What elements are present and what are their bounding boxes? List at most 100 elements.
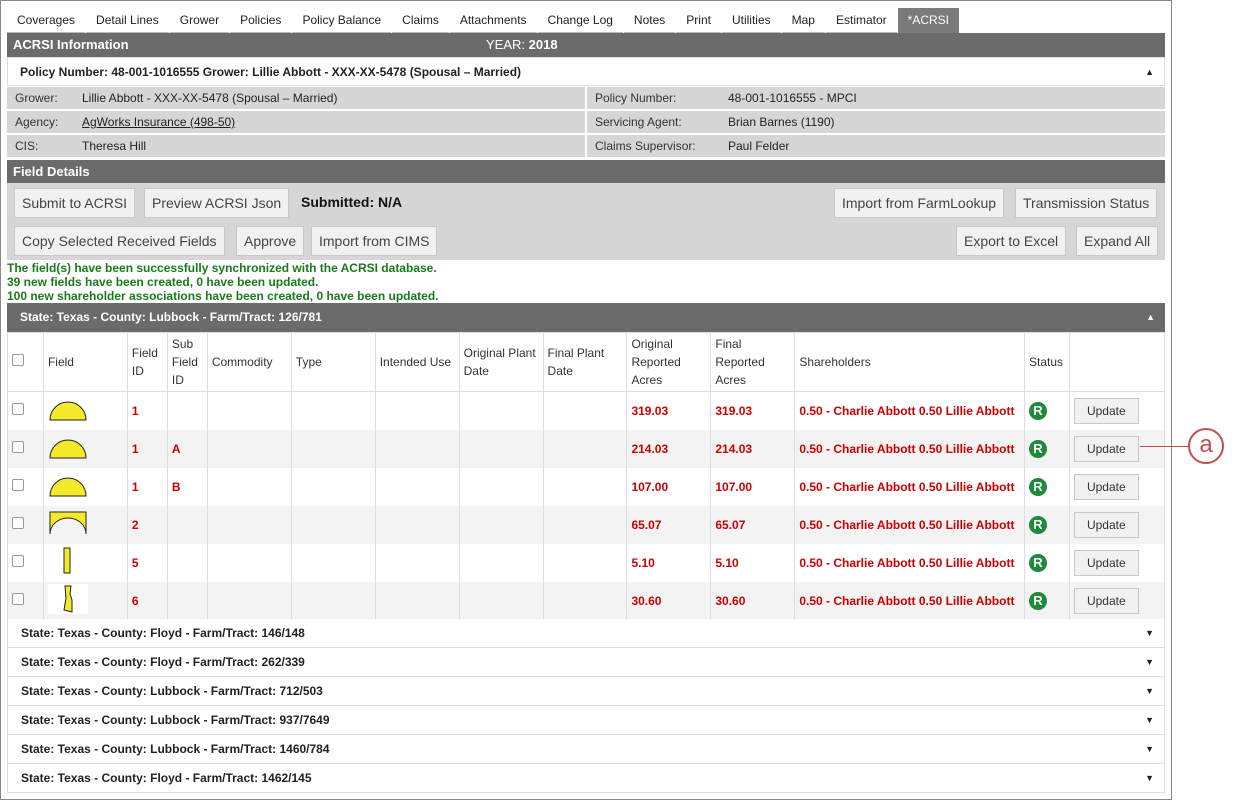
semicircle-icon [49,477,87,497]
row-checkbox[interactable] [12,403,24,416]
intended-use [374,505,460,544]
col-field-id: Field ID [126,332,168,392]
tab-policies[interactable]: Policies [230,8,293,33]
original-plant-date [458,467,544,506]
sync-messages: The field(s) have been successfully sync… [7,261,439,303]
type [290,505,376,544]
update-button[interactable]: Update [1073,397,1139,424]
original-acres: 65.07 [626,505,712,544]
callout-leader-line [1140,446,1188,447]
farm-group-header[interactable]: State: Texas - County: Lubbock - Farm/Tr… [7,706,1165,735]
farm-group-header[interactable]: State: Texas - County: Floyd - Farm/Trac… [7,648,1165,677]
action-cell: Update [1068,429,1166,468]
agency-link[interactable]: AgWorks Insurance (498-50) [82,115,235,129]
original-acres: 214.03 [626,429,712,468]
transmission-status-button[interactable]: Transmission Status [1015,188,1158,218]
approve-button[interactable]: Approve [236,226,305,256]
tab-estimator[interactable]: Estimator [826,8,898,33]
original-acres: 5.10 [626,543,712,582]
shareholders: 0.50 - Charlie Abbott 0.50 Lillie Abbott [794,391,1025,430]
cis-label: CIS: [15,139,39,153]
status-cell: R [1023,429,1070,468]
farm-group-title: State: Texas - County: Lubbock - Farm/Tr… [21,684,323,698]
tab-notes[interactable]: Notes [624,8,677,33]
row-checkbox[interactable] [12,441,24,453]
tab-map[interactable]: Map [782,8,826,33]
select-all-checkbox[interactable] [12,354,24,366]
copy-selected-received-fields-button[interactable]: Copy Selected Received Fields [14,226,225,256]
farm-group-header[interactable]: State: Texas - County: Floyd - Farm/Trac… [7,764,1165,793]
intended-use [374,581,460,620]
export-to-excel-button[interactable]: Export to Excel [956,226,1067,256]
policy-summary[interactable]: Policy Number: 48-001-1016555 Grower: Li… [7,57,1165,86]
update-button[interactable]: Update [1073,549,1139,576]
farm-group-header[interactable]: State: Texas - County: Lubbock - Farm/Tr… [7,677,1165,706]
cis-value: Theresa Hill [82,139,147,153]
row-checkbox[interactable] [12,593,24,605]
final-acres: 5.10 [710,543,796,582]
type [290,391,376,430]
import-from-cims-button[interactable]: Import from CIMS [311,226,438,256]
policy-number-label: Policy Number: [595,91,677,105]
farm-group-title: State: Texas - County: Lubbock - Farm/Tr… [21,742,330,756]
commodity [206,581,292,620]
expand-all-button[interactable]: Expand All [1076,226,1159,256]
tab-acrsi[interactable]: *ACRSI [897,8,961,33]
update-button[interactable]: Update [1073,587,1139,614]
tab-claims[interactable]: Claims [392,8,450,33]
expand-icon[interactable]: ▼ [1145,706,1154,734]
row-checkbox[interactable] [12,517,24,529]
expand-icon[interactable]: ▼ [1145,619,1154,647]
col-status: Status [1023,332,1070,392]
tab-change-log[interactable]: Change Log [538,8,624,33]
tab-coverages[interactable]: Coverages [7,8,87,33]
shareholders: 0.50 - Charlie Abbott 0.50 Lillie Abbott [794,543,1025,582]
table-header-row: Field Field ID Sub Field ID Commodity Ty… [7,332,1166,392]
row-checkbox[interactable] [12,479,24,491]
tab-utilities[interactable]: Utilities [722,8,782,33]
table-row: 1 B 107.00 107.00 0.50 - Charlie Abbott … [7,467,1166,506]
update-button[interactable]: Update [1073,511,1139,538]
farm-group-header[interactable]: State: Texas - County: Lubbock - Farm/Tr… [7,735,1165,764]
received-status-icon: R [1028,477,1047,496]
update-button[interactable]: Update [1073,435,1139,462]
field-shape-cell [42,467,128,506]
select-all-cell [7,332,44,392]
tab-policy-balance[interactable]: Policy Balance [292,8,393,33]
submit-to-acrsi-button[interactable]: Submit to ACRSI [14,188,136,218]
update-button[interactable]: Update [1073,473,1139,500]
expand-icon[interactable]: ▼ [1145,764,1154,792]
expand-icon[interactable]: ▼ [1145,677,1154,705]
row-select-cell [7,391,44,430]
original-plant-date [458,391,544,430]
row-select-cell [7,429,44,468]
expand-icon[interactable]: ▼ [1145,648,1154,676]
original-plant-date [458,505,544,544]
farm-group-title: State: Texas - County: Floyd - Farm/Trac… [21,771,312,785]
commodity [206,505,292,544]
semicircle-icon [49,439,87,459]
expand-icon[interactable]: ▼ [1145,735,1154,763]
intended-use [374,543,460,582]
table-row: 1 319.03 319.03 0.50 - Charlie Abbott 0.… [7,391,1166,430]
final-plant-date [542,505,628,544]
tab-detail-lines[interactable]: Detail Lines [86,8,170,33]
intended-use [374,391,460,430]
field-details-toolbar: Submit to ACRSI Preview ACRSI Json Submi… [7,183,1165,260]
shareholders: 0.50 - Charlie Abbott 0.50 Lillie Abbott [794,505,1025,544]
collapse-icon[interactable]: ▲ [1146,303,1155,331]
farm-group-header[interactable]: State: Texas - County: Floyd - Farm/Trac… [7,619,1165,648]
final-acres: 319.03 [710,391,796,430]
tab-attachments[interactable]: Attachments [450,8,538,33]
final-plant-date [542,581,628,620]
collapse-icon[interactable]: ▲ [1145,58,1154,86]
tab-print[interactable]: Print [676,8,722,33]
row-checkbox[interactable] [12,555,24,567]
tab-grower[interactable]: Grower [170,8,231,33]
col-original-reported-acres: Original Reported Acres [626,332,712,392]
farm-group-header-open[interactable]: State: Texas - County: Lubbock - Farm/Tr… [7,303,1165,332]
import-from-farmlookup-button[interactable]: Import from FarmLookup [834,188,1005,218]
year-value: 2018 [528,37,558,52]
preview-acrsi-json-button[interactable]: Preview ACRSI Json [144,188,290,218]
original-plant-date [458,543,544,582]
